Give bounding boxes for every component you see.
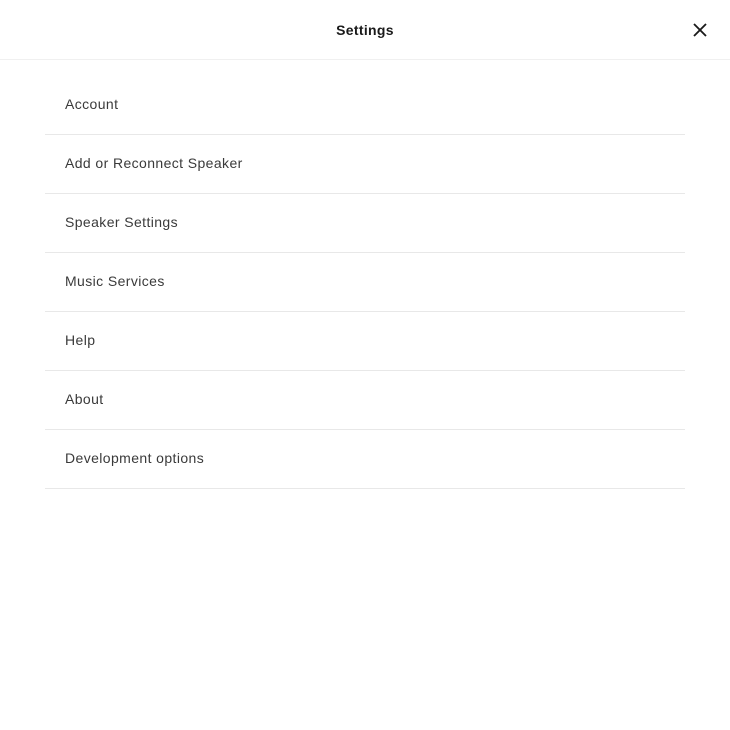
menu-item-label: Account <box>65 96 118 112</box>
menu-item-add-reconnect-speaker[interactable]: Add or Reconnect Speaker <box>45 135 685 194</box>
page-title: Settings <box>336 22 394 38</box>
menu-item-label: Add or Reconnect Speaker <box>65 155 243 171</box>
menu-item-label: Music Services <box>65 273 165 289</box>
settings-header: Settings <box>0 0 730 60</box>
menu-item-label: Help <box>65 332 95 348</box>
menu-item-label: About <box>65 391 104 407</box>
close-button[interactable] <box>682 12 718 48</box>
menu-item-speaker-settings[interactable]: Speaker Settings <box>45 194 685 253</box>
menu-item-help[interactable]: Help <box>45 312 685 371</box>
menu-item-about[interactable]: About <box>45 371 685 430</box>
menu-item-label: Development options <box>65 450 204 466</box>
menu-item-music-services[interactable]: Music Services <box>45 253 685 312</box>
close-icon <box>691 21 709 39</box>
menu-item-account[interactable]: Account <box>45 76 685 135</box>
settings-menu: Account Add or Reconnect Speaker Speaker… <box>0 60 730 489</box>
menu-item-label: Speaker Settings <box>65 214 178 230</box>
menu-item-development-options[interactable]: Development options <box>45 430 685 489</box>
